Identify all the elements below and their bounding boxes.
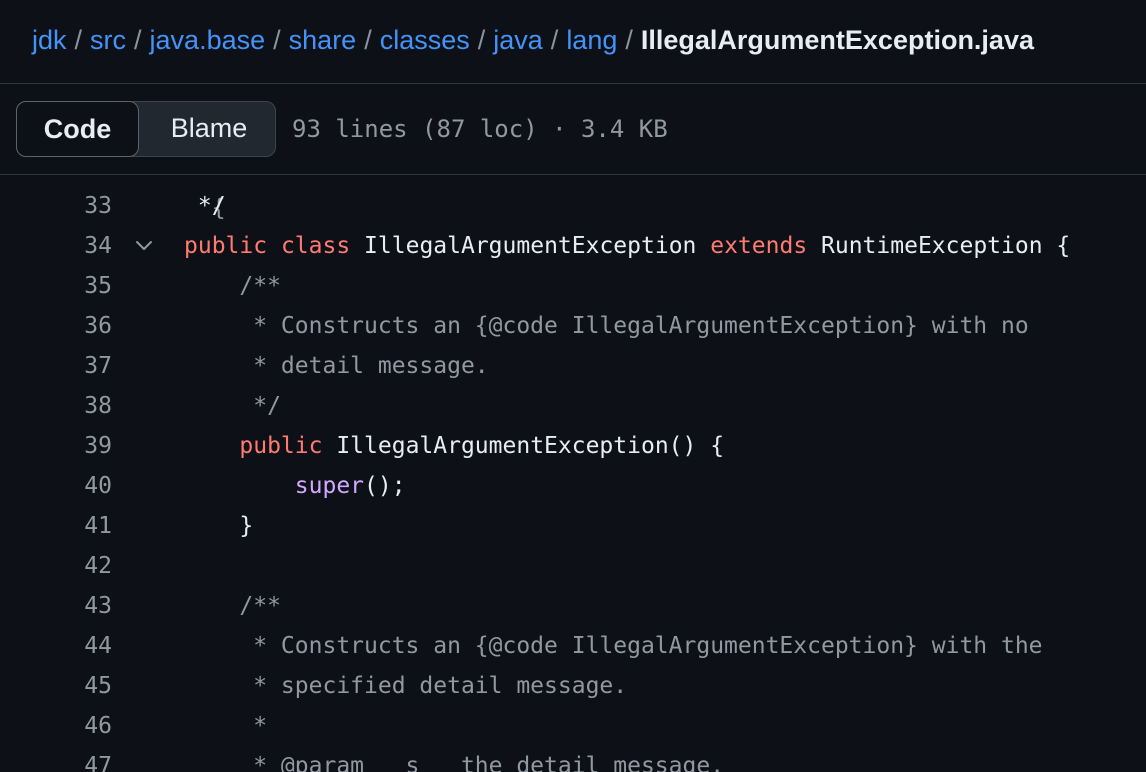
- code-token: RuntimeException {: [807, 233, 1071, 259]
- code-token: IllegalArgumentException() {: [322, 433, 725, 459]
- code-function: super: [294, 473, 365, 499]
- breadcrumb-link-classes[interactable]: classes: [380, 25, 470, 55]
- code-text: public class IllegalArgumentException ex…: [184, 226, 1070, 266]
- line-number[interactable]: 47: [40, 746, 112, 772]
- code-text: /**: [184, 266, 281, 306]
- breadcrumb-separator: /: [364, 25, 372, 55]
- code-token: IllegalArgumentException: [350, 233, 711, 259]
- line-number[interactable]: 35: [40, 266, 112, 306]
- code-comment: /**: [184, 593, 281, 619]
- code-line: 38 */: [0, 386, 1146, 426]
- line-number[interactable]: 42: [40, 546, 112, 586]
- line-number[interactable]: 45: [40, 666, 112, 706]
- code-text: * @param s the detail message.: [184, 746, 724, 772]
- line-number[interactable]: 33: [40, 186, 112, 226]
- breadcrumb-separator: /: [625, 25, 633, 55]
- code-text: }: [184, 506, 253, 546]
- code-comment: * detail message.: [184, 353, 489, 379]
- file-toolbar: Code Blame 93 lines (87 loc) · 3.4 KB: [0, 84, 1146, 175]
- breadcrumb-separator: /: [273, 25, 281, 55]
- line-number[interactable]: 36: [40, 306, 112, 346]
- code-comment: /**: [184, 273, 281, 299]
- code-text: */: [184, 186, 226, 226]
- code-keyword: extends: [710, 233, 808, 259]
- line-number[interactable]: 41: [40, 506, 112, 546]
- line-number[interactable]: 44: [40, 626, 112, 666]
- file-meta-info: 93 lines (87 loc) · 3.4 KB: [292, 115, 668, 143]
- code-comment: *: [184, 713, 268, 739]
- breadcrumb-separator: /: [134, 25, 142, 55]
- code-text: * Constructs an {@code IllegalArgumentEx…: [184, 626, 1043, 666]
- line-number[interactable]: 34: [40, 226, 112, 266]
- code-line: 42: [0, 546, 1146, 586]
- code-line: 45 * specified detail message.: [0, 666, 1146, 706]
- code-comment: * Constructs an {@code IllegalArgumentEx…: [184, 633, 1043, 659]
- code-text: /**: [184, 586, 281, 626]
- code-line: 33 */: [0, 186, 1146, 226]
- chevron-down-icon[interactable]: [134, 239, 154, 253]
- view-mode-toggle: Code Blame: [16, 101, 276, 157]
- breadcrumb-link-lang[interactable]: lang: [566, 25, 617, 55]
- line-number[interactable]: 38: [40, 386, 112, 426]
- code-text: * Constructs an {@code IllegalArgumentEx…: [184, 306, 1029, 346]
- breadcrumb-separator: /: [74, 25, 83, 55]
- breadcrumb-link-src[interactable]: src: [90, 25, 126, 55]
- code-text: super();: [184, 466, 406, 506]
- code-viewer[interactable]: { 33 */34 public class IllegalArgumentExc…: [0, 176, 1146, 772]
- code-text: */: [184, 386, 281, 426]
- line-number[interactable]: 43: [40, 586, 112, 626]
- code-text: public IllegalArgumentException() {: [184, 426, 724, 466]
- breadcrumb-current-file: IllegalArgumentException.java: [640, 25, 1034, 55]
- code-line: 34 public class IllegalArgumentException …: [0, 226, 1146, 266]
- code-line: 47 * @param s the detail message.: [0, 746, 1146, 772]
- breadcrumb: jdk / src / java.base / share / classes / java / lan…: [32, 22, 1034, 58]
- line-number[interactable]: 46: [40, 706, 112, 746]
- code-line: 46 *: [0, 706, 1146, 746]
- code-keyword: class: [280, 233, 351, 259]
- breadcrumb-link-java-base[interactable]: java.base: [150, 25, 266, 55]
- code-line: 44 * Constructs an {@code IllegalArgumen…: [0, 626, 1146, 666]
- code-token: }: [184, 513, 254, 539]
- code-line: 40 super();: [0, 466, 1146, 506]
- breadcrumb-bar: jdk / src / java.base / share / classes / java / lan…: [0, 0, 1146, 84]
- code-keyword: public: [239, 433, 323, 459]
- line-number[interactable]: 40: [40, 466, 112, 506]
- blame-view-button[interactable]: Blame: [141, 101, 277, 157]
- code-view-button[interactable]: Code: [16, 101, 139, 157]
- code-comment: */: [184, 393, 281, 419]
- code-line: 37 * detail message.: [0, 346, 1146, 386]
- code-text: * detail message.: [184, 346, 489, 386]
- code-text: * specified detail message.: [184, 666, 627, 706]
- code-keyword: public: [184, 233, 268, 259]
- code-line: 43 /**: [0, 586, 1146, 626]
- code-comment: * @param s the detail message.: [184, 753, 725, 772]
- code-line: 39 public IllegalArgumentException() {: [0, 426, 1146, 466]
- code-comment: * Constructs an {@code IllegalArgumentEx…: [184, 313, 1029, 339]
- breadcrumb-separator: /: [550, 25, 559, 55]
- line-number[interactable]: 39: [40, 426, 112, 466]
- code-line: 35 /**: [0, 266, 1146, 306]
- breadcrumb-link-jdk[interactable]: jdk: [32, 25, 67, 55]
- breadcrumb-link-share[interactable]: share: [289, 25, 357, 55]
- code-token: ();: [364, 473, 406, 499]
- code-line: 41 }: [0, 506, 1146, 546]
- code-text: *: [184, 706, 267, 746]
- code-line: 36 * Constructs an {@code IllegalArgumen…: [0, 306, 1146, 346]
- code-token: */: [184, 193, 226, 219]
- code-comment: * specified detail message.: [184, 673, 628, 699]
- breadcrumb-link-java[interactable]: java: [493, 25, 543, 55]
- line-number[interactable]: 37: [40, 346, 112, 386]
- breadcrumb-separator: /: [477, 25, 486, 55]
